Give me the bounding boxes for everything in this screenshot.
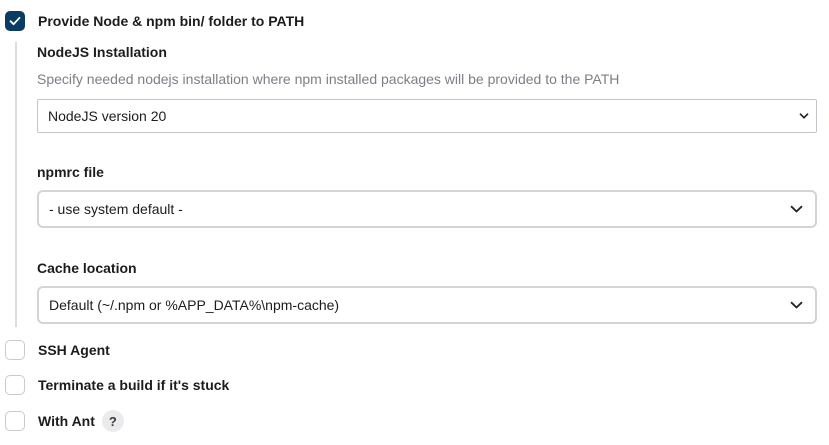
cache-location-label: Cache location (37, 260, 137, 276)
nodejs-installation-select[interactable]: NodeJS version 20 (37, 99, 817, 133)
ssh-agent-checkbox[interactable] (5, 340, 25, 360)
chevron-down-icon (790, 205, 803, 213)
chevron-down-icon (799, 113, 809, 120)
nested-section-rail (15, 42, 17, 327)
with-ant-option[interactable]: With Ant ? (5, 410, 124, 432)
terminate-stuck-build-option[interactable]: Terminate a build if it's stuck (5, 374, 229, 396)
terminate-stuck-build-label[interactable]: Terminate a build if it's stuck (38, 377, 229, 393)
with-ant-label[interactable]: With Ant (38, 413, 95, 429)
provide-node-label[interactable]: Provide Node & npm bin/ folder to PATH (38, 13, 304, 29)
cache-location-select[interactable]: Default (~/.npm or %APP_DATA%\npm-cache) (37, 286, 817, 324)
with-ant-checkbox[interactable] (5, 411, 25, 431)
npmrc-file-value: - use system default - (49, 201, 183, 217)
nodejs-installation-value: NodeJS version 20 (48, 108, 167, 124)
npmrc-file-label: npmrc file (37, 164, 104, 180)
nodejs-installation-label: NodeJS Installation (37, 44, 167, 60)
checkmark-icon (9, 16, 21, 26)
nodejs-installation-description: Specify needed nodejs installation where… (37, 71, 620, 87)
ssh-agent-label[interactable]: SSH Agent (38, 342, 110, 358)
npmrc-file-select[interactable]: - use system default - (37, 190, 817, 228)
help-icon[interactable]: ? (101, 410, 124, 432)
provide-node-option[interactable]: Provide Node & npm bin/ folder to PATH (5, 10, 304, 32)
chevron-down-icon (790, 301, 803, 309)
cache-location-value: Default (~/.npm or %APP_DATA%\npm-cache) (49, 297, 340, 313)
ssh-agent-option[interactable]: SSH Agent (5, 339, 110, 361)
terminate-stuck-build-checkbox[interactable] (5, 375, 25, 395)
provide-node-checkbox[interactable] (5, 11, 25, 31)
